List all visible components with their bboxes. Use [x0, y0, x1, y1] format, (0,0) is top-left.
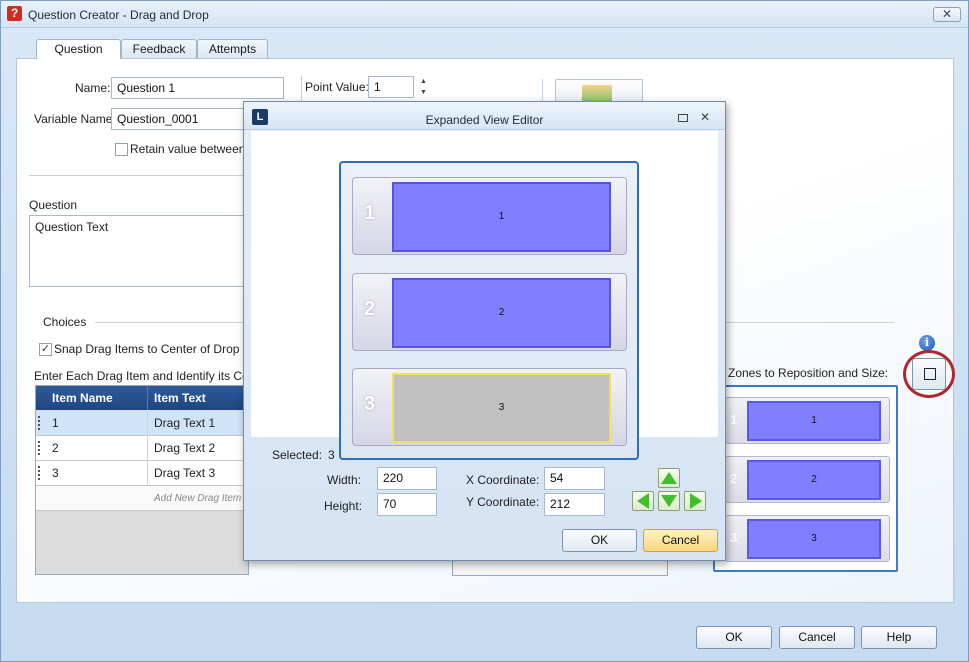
restore-icon[interactable]: [678, 114, 688, 122]
section-separator: [29, 175, 269, 176]
y-coordinate-label: Y Coordinate:: [466, 495, 540, 509]
move-down-button[interactable]: [658, 491, 680, 511]
variable-name-label: Variable Name:: [34, 112, 116, 126]
variable-name-input[interactable]: Question_0001: [111, 108, 251, 130]
drag-items-grid: Item Name Item Text 1 Drag Text 1 2 Drag…: [35, 385, 249, 575]
drop-zone-canvas: 1 1 2 2 3 3: [339, 161, 639, 460]
table-row[interactable]: 1 Drag Text 1: [36, 411, 248, 436]
move-right-button[interactable]: [684, 491, 706, 511]
spin-down-icon[interactable]: ▼: [420, 88, 429, 97]
point-value-input[interactable]: 1: [368, 76, 414, 98]
info-icon[interactable]: i: [919, 335, 935, 351]
table-row[interactable]: 2 Drag Text 2: [36, 436, 248, 461]
zone-rect[interactable]: 2: [392, 278, 611, 348]
help-question-icon: ?: [7, 6, 22, 21]
zone-rect[interactable]: 1: [392, 182, 611, 252]
item-text-cell[interactable]: Drag Text 1: [148, 411, 248, 436]
dialog-title-bar: L Expanded View Editor ✕: [244, 102, 725, 130]
retain-value-checkbox[interactable]: [115, 143, 128, 156]
item-name-cell[interactable]: 2: [46, 436, 148, 461]
expand-icon: [924, 368, 936, 380]
selected-value: 3: [328, 448, 335, 462]
expanded-view-editor-dialog: L Expanded View Editor ✕ 1 1 2 2 3 3 Sel…: [243, 101, 726, 561]
tab-attempts[interactable]: Attempts: [197, 39, 268, 58]
expand-view-button[interactable]: [912, 358, 946, 390]
question-text: Question Text: [35, 220, 109, 234]
retain-value-label: Retain value between se: [130, 142, 262, 156]
width-input[interactable]: 220: [377, 467, 437, 490]
point-value-label: Point Value:: [305, 80, 369, 94]
dialog-title: Expanded View Editor: [425, 113, 544, 127]
zone-card[interactable]: 2 2: [352, 273, 627, 351]
zone-card[interactable]: 1 1: [352, 177, 627, 255]
zone-rect-selected[interactable]: 3: [392, 373, 611, 443]
y-coordinate-input[interactable]: 212: [544, 493, 605, 516]
zone-rect[interactable]: 1: [747, 401, 881, 441]
zone-number: 2: [730, 471, 738, 486]
choices-separator: [95, 322, 255, 323]
column-header-item-text[interactable]: Item Text: [148, 386, 248, 410]
zone-card[interactable]: 1 1: [725, 397, 890, 444]
arrow-up-icon: [661, 472, 677, 484]
question-label: Question: [29, 198, 78, 212]
zone-card[interactable]: 2 2: [725, 456, 890, 503]
tab-question[interactable]: Question: [36, 39, 121, 59]
arrow-left-icon: [637, 493, 649, 509]
zones-preview-panel: 1 1 2 2 3 3: [713, 385, 898, 572]
name-label: Name:: [75, 81, 111, 95]
choices-label: Choices: [43, 315, 87, 329]
window-title: Question Creator - Drag and Drop: [28, 8, 209, 22]
ok-button[interactable]: OK: [696, 626, 772, 649]
question-text-area[interactable]: Question Text: [29, 215, 259, 287]
item-name-cell[interactable]: 1: [46, 411, 148, 436]
tab-feedback[interactable]: Feedback: [121, 39, 197, 58]
zone-number: 2: [364, 298, 376, 320]
zone-card-selected[interactable]: 3 3: [352, 368, 627, 446]
x-coordinate-input[interactable]: 54: [544, 467, 605, 490]
dialog-ok-button[interactable]: OK: [562, 529, 637, 552]
choices-separator: [717, 322, 894, 323]
snap-label: Snap Drag Items to Center of Drop Zone: [54, 342, 271, 356]
name-input[interactable]: Question 1: [111, 77, 284, 99]
zone-rect[interactable]: 3: [747, 519, 881, 559]
snap-checkbox[interactable]: ✓: [39, 343, 52, 356]
arrow-right-icon: [690, 493, 702, 509]
zone-number: 1: [730, 412, 738, 427]
cancel-button[interactable]: Cancel: [779, 626, 855, 649]
spin-up-icon[interactable]: ▲: [420, 77, 429, 86]
width-label: Width:: [327, 473, 362, 487]
row-drag-handle-icon[interactable]: [38, 441, 42, 455]
height-label: Height:: [324, 499, 363, 513]
enter-drag-items-label: Enter Each Drag Item and Identify its Co…: [34, 369, 264, 383]
dialog-close-icon[interactable]: ✕: [700, 110, 710, 124]
table-row[interactable]: 3 Drag Text 3: [36, 461, 248, 486]
add-drag-item-placeholder[interactable]: Add New Drag Item: [148, 486, 248, 511]
selected-label: Selected:: [272, 448, 323, 462]
row-drag-handle-icon[interactable]: [38, 416, 42, 430]
window-close-button[interactable]: ✕: [933, 7, 961, 22]
zone-number: 1: [364, 202, 376, 224]
zone-card[interactable]: 3 3: [725, 515, 890, 562]
move-up-button[interactable]: [658, 468, 680, 488]
zone-number: 3: [364, 393, 376, 415]
item-text-cell[interactable]: Drag Text 3: [148, 461, 248, 486]
x-coordinate-label: X Coordinate:: [466, 473, 540, 487]
item-text-cell[interactable]: Drag Text 2: [148, 436, 248, 461]
height-input[interactable]: 70: [377, 493, 437, 516]
column-header-item-name[interactable]: Item Name: [36, 386, 148, 410]
canvas-area: 1 1 2 2 3 3: [251, 131, 718, 460]
zone-number: 3: [730, 530, 738, 545]
arrow-down-icon: [661, 495, 677, 507]
help-button[interactable]: Help: [861, 626, 937, 649]
zone-rect[interactable]: 2: [747, 460, 881, 500]
add-new-row[interactable]: Add New Drag Item: [36, 486, 248, 511]
move-left-button[interactable]: [632, 491, 654, 511]
title-bar: ? Question Creator - Drag and Drop ✕: [1, 1, 968, 28]
row-drag-handle-icon[interactable]: [38, 466, 42, 480]
dialog-cancel-button[interactable]: Cancel: [643, 529, 718, 552]
item-name-cell[interactable]: 3: [46, 461, 148, 486]
zones-label: Zones to Reposition and Size:: [728, 366, 889, 380]
